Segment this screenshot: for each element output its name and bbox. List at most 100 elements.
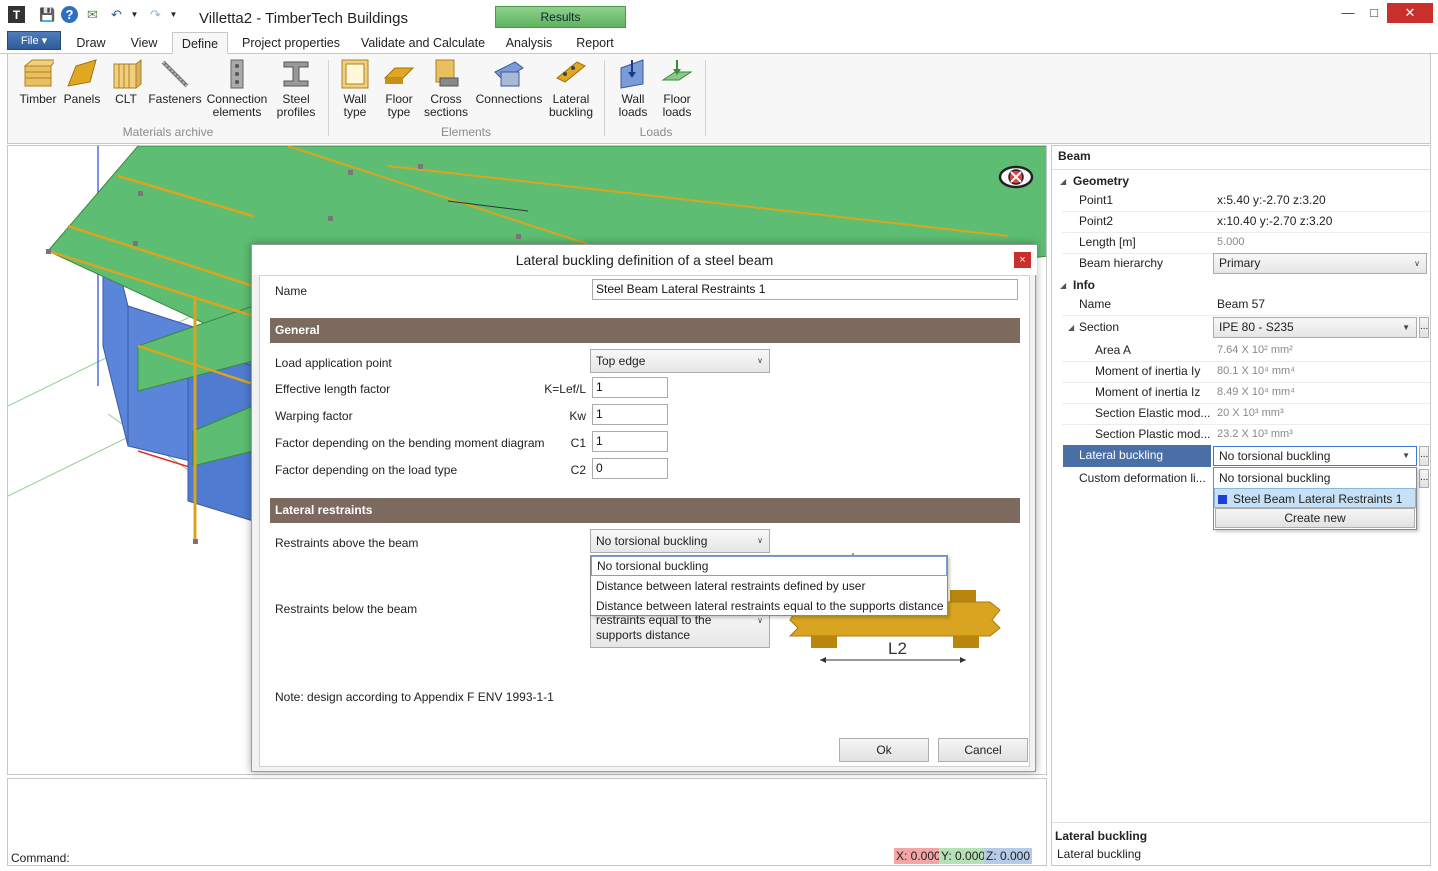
- ribbon: Timber Panels CLT Fasteners Connection e…: [7, 54, 1431, 144]
- restraints-above-dropdown: No torsional buckling Distance between l…: [590, 555, 948, 616]
- clt-button[interactable]: CLT: [108, 58, 144, 106]
- c2-input[interactable]: 0: [592, 458, 668, 479]
- info-group[interactable]: ◢ Info: [1052, 275, 1430, 296]
- timber-button[interactable]: Timber: [14, 58, 62, 106]
- c1-label: Factor depending on the bending moment d…: [275, 436, 545, 450]
- cross-sections-button[interactable]: Cross sections: [422, 58, 470, 119]
- custom-deformation-browse-button[interactable]: ...: [1419, 469, 1429, 488]
- beam-hierarchy-select[interactable]: Primary ∨: [1213, 253, 1427, 274]
- steel-profiles-button[interactable]: Steel profiles: [272, 58, 320, 119]
- lateral-buckling-browse-button[interactable]: ...: [1419, 446, 1429, 466]
- geometry-group[interactable]: ◢ Geometry: [1052, 171, 1430, 192]
- general-section-header: General: [270, 318, 1020, 343]
- clt-icon: [110, 58, 142, 90]
- floor-load-icon: [661, 58, 693, 90]
- elements-group-label: Elements: [440, 125, 492, 139]
- wall-icon: [339, 58, 371, 90]
- connection-elements-button[interactable]: Connection elements: [204, 58, 270, 119]
- floor-loads-button[interactable]: Floor loads: [658, 58, 696, 119]
- title-bar: T 💾 ? ✉ ↶ ▼ ↷ ▼ Villetta2 - TimberTech B…: [0, 0, 1438, 30]
- tab-define[interactable]: Define: [172, 32, 228, 54]
- dropdown-arrow-icon: ▼: [1402, 323, 1410, 332]
- collapse-icon[interactable]: ◢: [1068, 317, 1074, 338]
- restraints-above-select[interactable]: No torsional buckling ∨: [590, 529, 770, 553]
- help-icon[interactable]: ?: [61, 6, 78, 23]
- cross-section-icon: [430, 58, 462, 90]
- save-icon[interactable]: 💾: [39, 6, 56, 23]
- ok-button[interactable]: Ok: [839, 738, 929, 762]
- collapse-icon[interactable]: ◢: [1060, 171, 1066, 192]
- elastic-modulus-row: Section Elastic mod... 20 X 10³ mm³: [1095, 406, 1284, 420]
- load-point-label: Load application point: [275, 356, 392, 370]
- redo-dropdown-icon[interactable]: ▼: [165, 6, 182, 23]
- tab-analysis[interactable]: Analysis: [500, 32, 558, 54]
- dropdown-arrow-icon: ▼: [1402, 451, 1410, 460]
- point2-row[interactable]: Point2 x:10.40 y:-2.70 z:3.20: [1052, 211, 1430, 232]
- create-new-button[interactable]: Create new: [1215, 508, 1415, 528]
- eye-visibility-icon[interactable]: [998, 164, 1034, 190]
- dropdown-option[interactable]: No torsional buckling: [1214, 468, 1416, 488]
- properties-panel: Beam ◢ Geometry Point1 x:5.40 y:-2.70 z:3…: [1051, 145, 1431, 866]
- command-area: Command: X: 0.000 Y: 0.000 Z: 0.000: [7, 778, 1047, 866]
- effective-length-symbol: K=Lef/L: [544, 382, 586, 396]
- materials-group-label: Materials archive: [122, 125, 214, 139]
- lateral-buckling-row[interactable]: Lateral buckling No torsional buckling ▼ …: [1052, 445, 1430, 467]
- name-label: Name: [275, 284, 308, 298]
- lateral-buckling-select[interactable]: No torsional buckling ▼: [1213, 446, 1417, 466]
- c1-symbol: C1: [570, 436, 586, 450]
- warping-factor-input[interactable]: 1: [592, 404, 668, 425]
- file-menu-button[interactable]: File ▾: [7, 31, 61, 50]
- app-logo-icon: T: [8, 6, 25, 23]
- name-input[interactable]: Steel Beam Lateral Restraints 1: [592, 279, 1018, 300]
- dropdown-option[interactable]: Distance between lateral restraints defi…: [591, 576, 947, 596]
- length-row: Length [m] 5.000: [1079, 235, 1245, 249]
- results-context-tab[interactable]: Results: [495, 6, 626, 28]
- wall-type-button[interactable]: Wall type: [336, 58, 374, 119]
- inertia-y-row: Moment of inertia Iy 80.1 X 10⁴ mm⁴: [1095, 364, 1295, 378]
- effective-length-input[interactable]: 1: [592, 377, 668, 398]
- collapse-icon[interactable]: ◢: [1060, 275, 1066, 296]
- tab-validate-calculate[interactable]: Validate and Calculate: [356, 32, 490, 54]
- undo-dropdown-icon[interactable]: ▼: [126, 6, 143, 23]
- color-swatch-icon: [1218, 495, 1227, 504]
- dropdown-option[interactable]: Distance between lateral restraints equa…: [591, 596, 947, 616]
- load-point-select[interactable]: Top edge ∨: [590, 349, 770, 373]
- close-window-icon[interactable]: ✕: [1387, 3, 1433, 23]
- dropdown-option-selected[interactable]: No torsional buckling: [591, 556, 947, 576]
- tab-project-properties[interactable]: Project properties: [236, 32, 346, 54]
- panels-button[interactable]: Panels: [60, 58, 104, 106]
- fasteners-button[interactable]: Fasteners: [148, 58, 202, 106]
- area-row: Area A 7.64 X 10² mm²: [1095, 343, 1293, 357]
- plastic-modulus-row: Section Plastic mod... 23.2 X 10³ mm³: [1095, 427, 1293, 441]
- dialog-title: Lateral buckling definition of a steel b…: [252, 245, 1037, 275]
- dialog-close-icon[interactable]: ×: [1014, 252, 1031, 268]
- cancel-button[interactable]: Cancel: [938, 738, 1028, 762]
- design-note: Note: design according to Appendix F ENV…: [275, 690, 554, 704]
- name-row[interactable]: Name Beam 57: [1052, 294, 1430, 315]
- timber-icon: [22, 58, 58, 90]
- undo-icon[interactable]: ↶: [108, 6, 125, 23]
- c1-input[interactable]: 1: [592, 431, 668, 452]
- section-browse-button[interactable]: ...: [1419, 317, 1429, 338]
- inertia-z-row: Moment of inertia Iz 8.49 X 10⁴ mm⁴: [1095, 385, 1295, 399]
- export-icon[interactable]: ✉: [84, 6, 101, 23]
- wall-loads-button[interactable]: Wall loads: [614, 58, 652, 119]
- connections-button[interactable]: Connections: [474, 58, 544, 106]
- maximize-icon[interactable]: □: [1360, 3, 1388, 23]
- floor-type-button[interactable]: Floor type: [380, 58, 418, 119]
- tab-view[interactable]: View: [124, 32, 164, 54]
- restraints-below-label: Restraints below the beam: [275, 602, 418, 616]
- lateral-buckling-dialog: Lateral buckling definition of a steel b…: [251, 244, 1037, 772]
- dropdown-option-selected[interactable]: Steel Beam Lateral Restraints 1: [1214, 488, 1416, 508]
- point1-row[interactable]: Point1 x:5.40 y:-2.70 z:3.20: [1052, 190, 1430, 211]
- screw-icon: [159, 58, 191, 90]
- redo-icon[interactable]: ↷: [147, 6, 164, 23]
- minimize-icon[interactable]: —: [1334, 3, 1362, 23]
- tab-draw[interactable]: Draw: [70, 32, 112, 54]
- lateral-buckling-button[interactable]: Lateral buckling: [546, 58, 596, 119]
- restraints-above-label: Restraints above the beam: [275, 536, 419, 550]
- tab-report[interactable]: Report: [568, 32, 622, 54]
- floor-icon: [383, 58, 415, 90]
- dialog-body: Name Steel Beam Lateral Restraints 1 Gen…: [259, 275, 1030, 767]
- section-select[interactable]: IPE 80 - S235 ▼: [1213, 317, 1417, 338]
